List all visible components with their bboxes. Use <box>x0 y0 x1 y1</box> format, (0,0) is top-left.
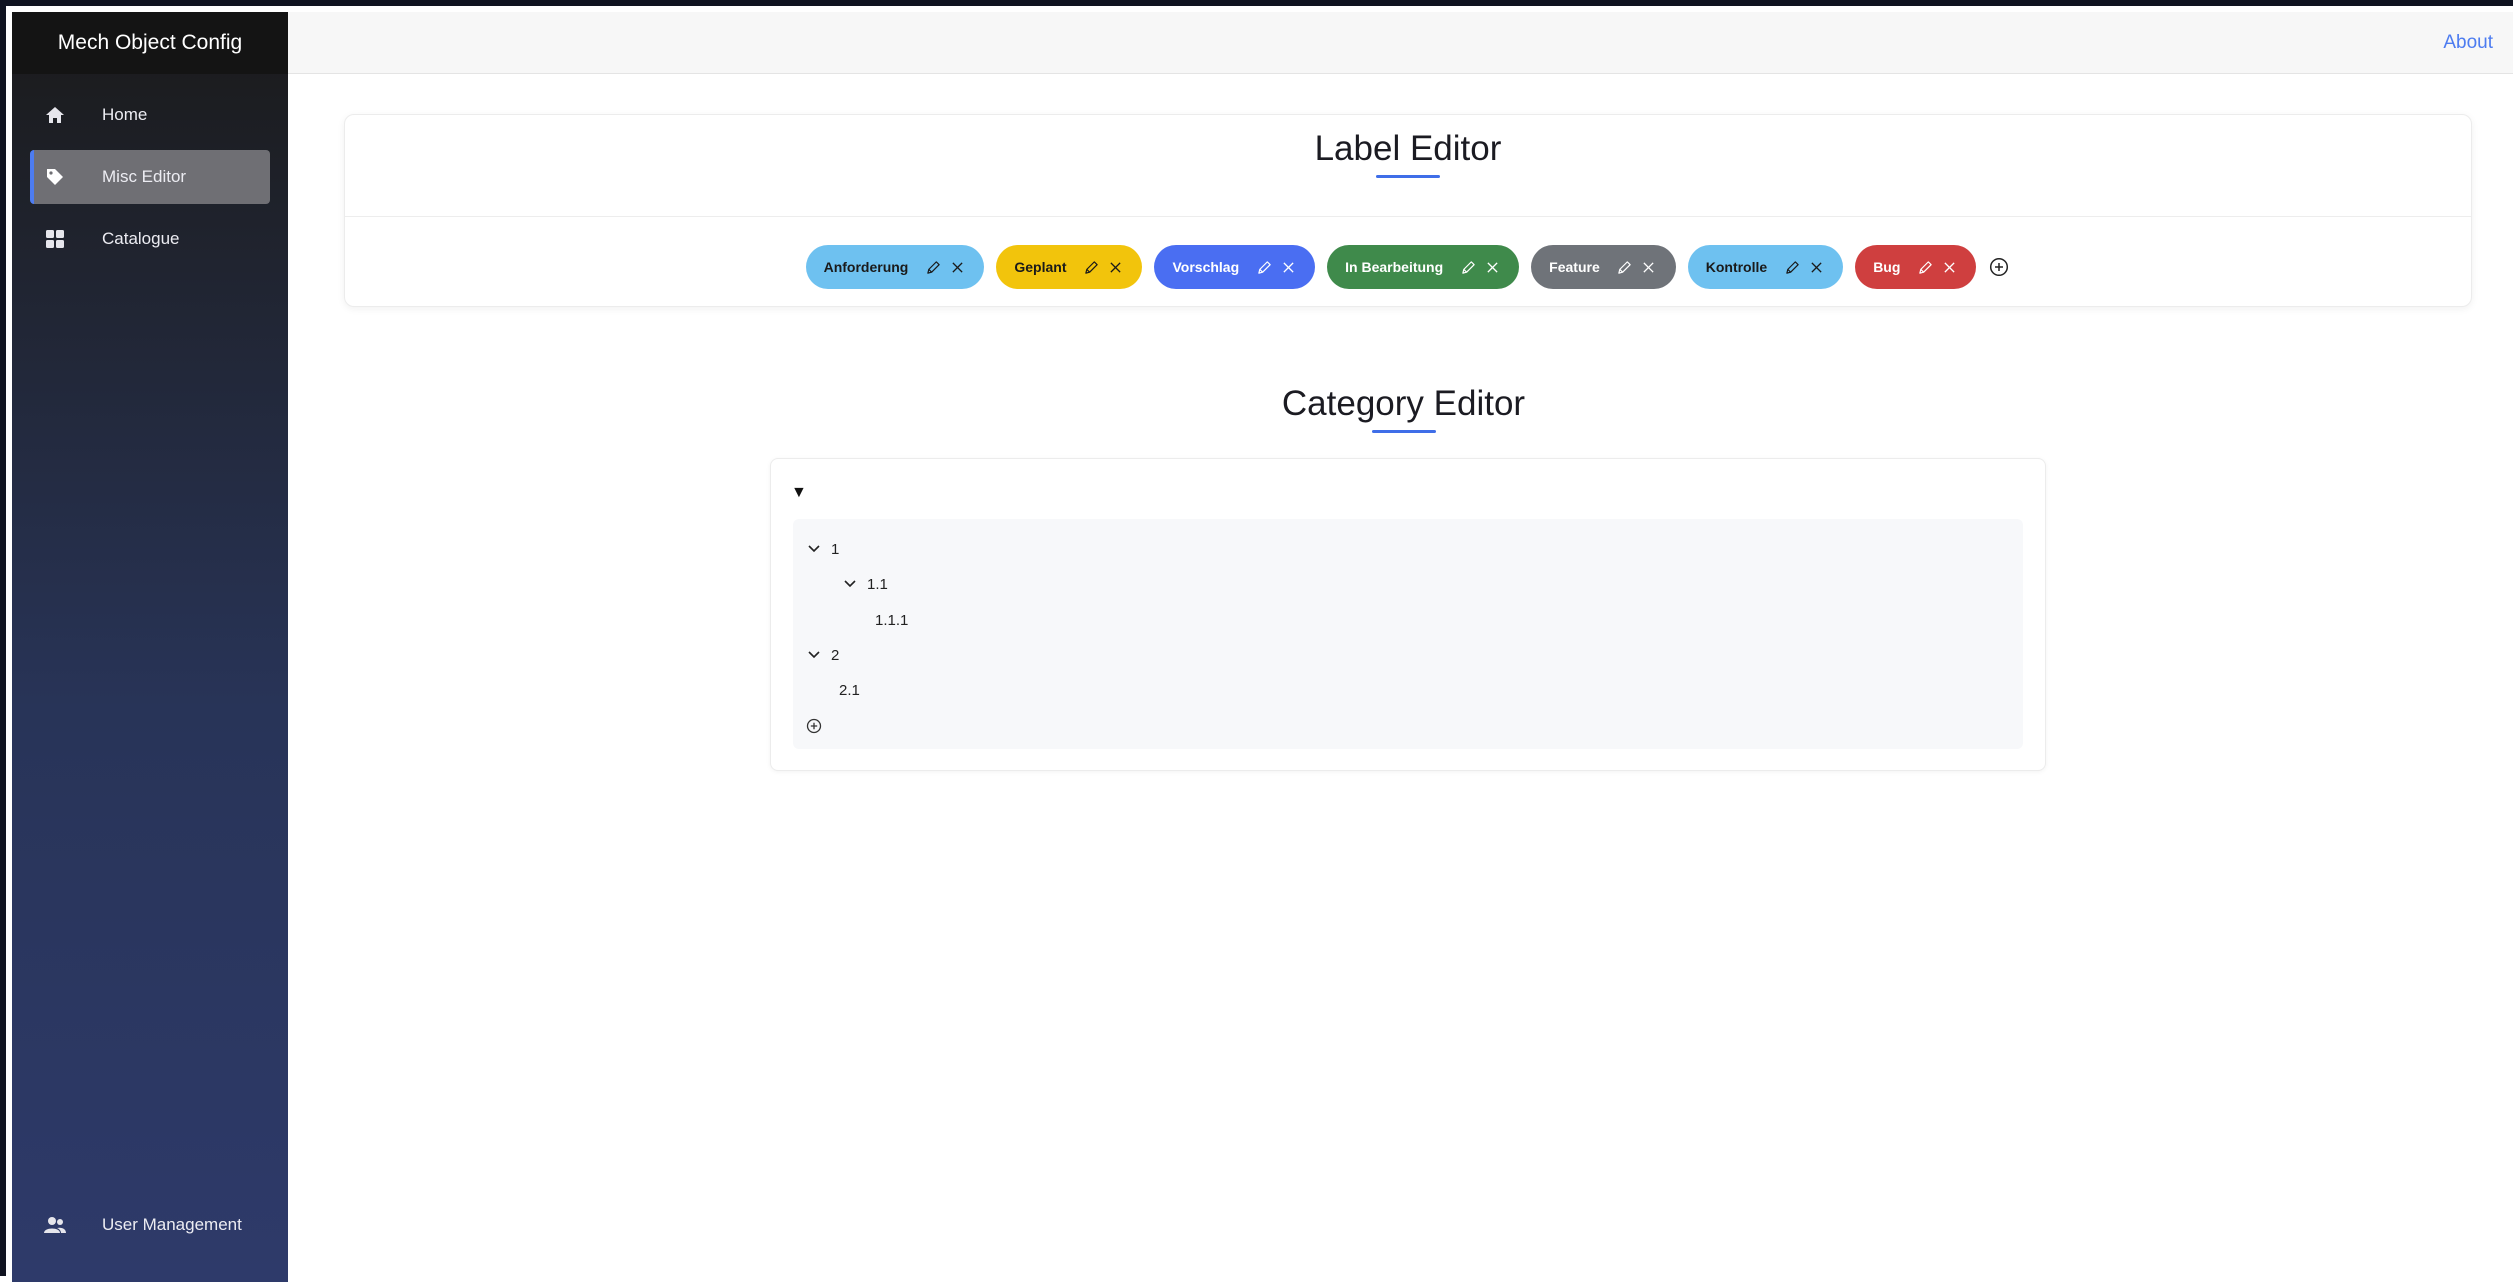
pencil-icon[interactable] <box>1916 258 1934 276</box>
label-chip-text: Geplant <box>1014 259 1067 275</box>
plus-circle-icon[interactable] <box>803 715 825 737</box>
label-chip[interactable]: Feature <box>1531 245 1676 289</box>
about-link[interactable]: About <box>2443 32 2493 54</box>
category-editor-header: Category Editor <box>288 384 2513 433</box>
sidebar-bottom: User Management <box>12 1194 288 1260</box>
pencil-icon[interactable] <box>924 258 942 276</box>
label-editor-card: Label Editor Anforderung Geplant Vorschlag… <box>344 114 2472 307</box>
sidebar-item-user-management[interactable]: User Management <box>30 1198 270 1252</box>
sidebar-nav: Home Misc Editor Catalogue <box>12 74 288 266</box>
label-chip-text: Kontrolle <box>1705 259 1768 275</box>
tree-node-label[interactable]: 2 <box>831 647 839 664</box>
close-icon[interactable] <box>1640 258 1658 276</box>
chevron-down-icon[interactable] <box>807 648 821 662</box>
sidebar-item-label: User Management <box>102 1215 242 1234</box>
add-category-button[interactable] <box>803 714 825 738</box>
title-underline <box>1371 430 1436 433</box>
label-chip[interactable]: Kontrolle <box>1687 245 1844 289</box>
app-window: Mech Object Config Home Misc Editor Cata… <box>0 0 2513 1282</box>
plus-circle-icon <box>1990 257 2009 277</box>
chevron-down-icon[interactable] <box>807 542 821 556</box>
label-chip-text: Feature <box>1549 259 1600 275</box>
close-icon[interactable] <box>948 258 966 276</box>
close-icon[interactable] <box>1483 258 1501 276</box>
label-chip-text: Bug <box>1873 259 1901 275</box>
sidebar-item-label: Catalogue <box>102 229 180 248</box>
tree-node-label[interactable]: 2.1 <box>839 682 860 699</box>
home-icon <box>44 104 66 126</box>
label-chip[interactable]: Vorschlag <box>1154 245 1316 289</box>
pencil-icon[interactable] <box>1459 258 1477 276</box>
sidebar-item-misc-editor[interactable]: Misc Editor <box>30 150 270 204</box>
pencil-icon[interactable] <box>1783 258 1801 276</box>
label-chip-list: Anforderung Geplant Vorschlag In Bearbeitun… <box>345 217 2471 289</box>
close-icon[interactable] <box>1106 258 1124 276</box>
close-icon[interactable] <box>1807 258 1825 276</box>
sidebar-item-catalogue[interactable]: Catalogue <box>30 212 270 266</box>
tree-node[interactable]: 2.1 <box>839 678 860 702</box>
app-title: Mech Object Config <box>12 12 288 74</box>
sidebar: Mech Object Config Home Misc Editor Cata… <box>12 12 288 1282</box>
grid-icon <box>44 228 66 250</box>
title-underline <box>1376 175 1440 178</box>
tree-node-label[interactable]: 1.1.1 <box>875 612 908 629</box>
pencil-icon[interactable] <box>1082 258 1100 276</box>
close-icon[interactable] <box>1279 258 1297 276</box>
close-icon[interactable] <box>1940 258 1958 276</box>
label-editor-header: Label Editor <box>345 115 2471 217</box>
users-icon <box>44 1214 66 1236</box>
label-chip[interactable]: Anforderung <box>805 245 985 289</box>
category-tree: 1 1.1 1.1.1 2 2.1 <box>793 519 2023 749</box>
label-chip[interactable]: Geplant <box>996 245 1143 289</box>
tree-node-label[interactable]: 1.1 <box>867 576 888 593</box>
tree-collapse-toggle[interactable]: ▼ <box>791 484 807 502</box>
sidebar-item-label: Home <box>102 105 148 124</box>
tree-node[interactable]: 2 <box>807 643 839 667</box>
sidebar-item-label: Misc Editor <box>102 167 187 186</box>
label-chip-text: Vorschlag <box>1172 259 1240 275</box>
label-editor-title: Label Editor <box>1314 129 1502 168</box>
tree-node[interactable]: 1 <box>807 537 839 561</box>
category-editor-card: ▼ 1 1.1 1.1.1 2 2.1 <box>770 458 2046 771</box>
sidebar-item-home[interactable]: Home <box>30 88 270 142</box>
label-chip[interactable]: In Bearbeitung <box>1327 245 1520 289</box>
tag-icon <box>44 166 66 188</box>
add-label-button[interactable] <box>1988 256 2010 278</box>
pencil-icon[interactable] <box>1255 258 1273 276</box>
tree-node[interactable]: 1.1.1 <box>875 608 908 632</box>
label-chip-text: In Bearbeitung <box>1345 259 1444 275</box>
chevron-down-icon[interactable] <box>843 577 857 591</box>
tree-node-label[interactable]: 1 <box>831 541 839 558</box>
label-chip-text: Anforderung <box>823 259 909 275</box>
category-editor-title: Category Editor <box>1281 384 1526 423</box>
label-chip[interactable]: Bug <box>1855 245 1977 289</box>
top-bar: About <box>288 12 2513 74</box>
pencil-icon[interactable] <box>1616 258 1634 276</box>
tree-node[interactable]: 1.1 <box>843 572 888 596</box>
